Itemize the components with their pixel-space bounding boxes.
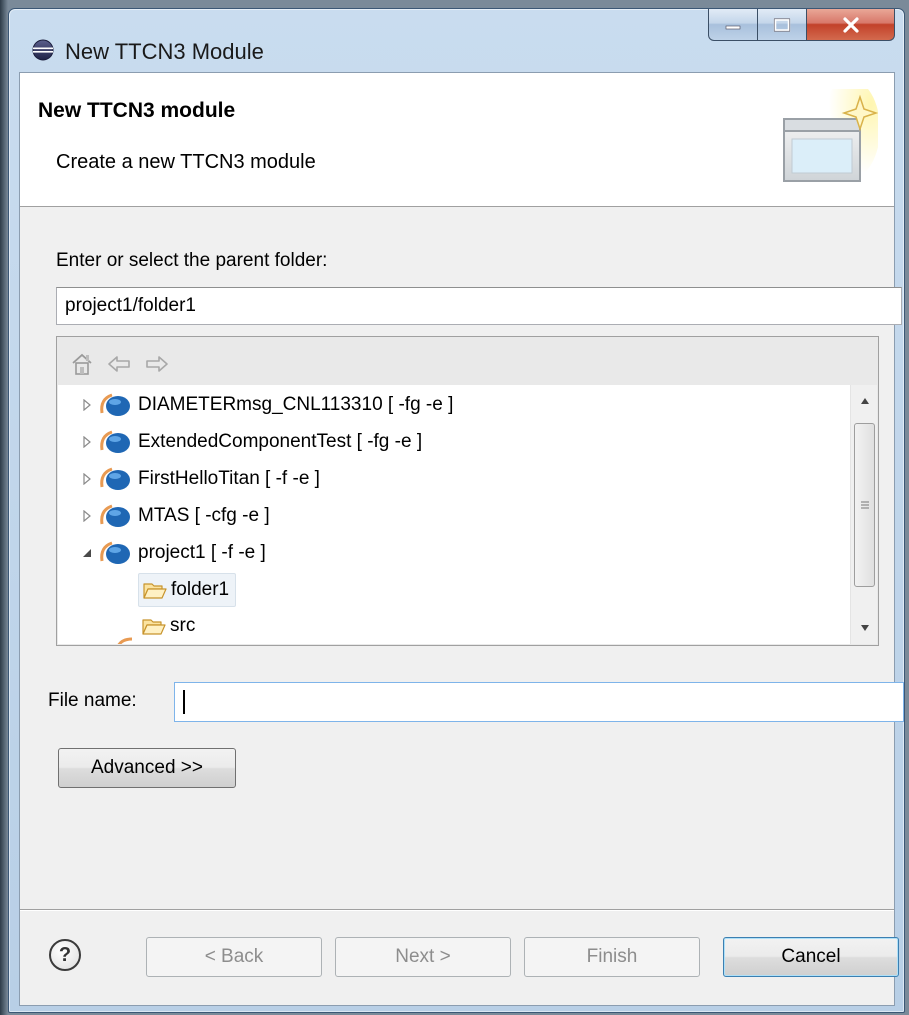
titan-project-icon xyxy=(100,504,130,527)
next-button[interactable]: Next > xyxy=(335,937,511,977)
cancel-button[interactable]: Cancel xyxy=(723,937,899,977)
tree-item-project[interactable]: ExtendedComponentTest [ -fg -e ] xyxy=(78,425,422,459)
home-icon[interactable] xyxy=(71,352,93,376)
folder-icon xyxy=(142,619,166,635)
help-icon[interactable]: ? xyxy=(49,939,81,971)
forward-arrow-icon[interactable] xyxy=(145,354,169,374)
expand-arrow-icon[interactable] xyxy=(78,470,96,488)
back-button[interactable]: < Back xyxy=(146,937,322,977)
tree-scrollbar[interactable] xyxy=(850,385,877,644)
scroll-up-icon xyxy=(860,398,869,404)
maximize-icon xyxy=(773,17,791,32)
tree-item-project[interactable]: FirstHelloTitan [ -f -e ] xyxy=(78,462,320,496)
titan-project-icon xyxy=(100,541,130,564)
background-window-edge xyxy=(0,0,8,1015)
dialog-window: New TTCN3 Module New TTCN3 module Create… xyxy=(8,8,905,1013)
tree-item-project[interactable]: DIAMETERmsg_CNL113310 [ -fg -e ] xyxy=(78,388,453,422)
text-cursor xyxy=(183,690,185,714)
minimize-icon xyxy=(725,25,741,29)
dialog-content: New TTCN3 module Create a new TTCN3 modu… xyxy=(19,72,904,1006)
wizard-description: Create a new TTCN3 module xyxy=(56,151,316,173)
folder-tree[interactable]: DIAMETERmsg_CNL113310 [ -fg -e ] Extende… xyxy=(58,385,866,644)
file-name-label: File name: xyxy=(48,690,137,711)
tree-item-folder[interactable]: src xyxy=(142,609,195,643)
tree-item-label: DIAMETERmsg_CNL113310 [ -fg -e ] xyxy=(138,394,454,415)
parent-folder-label: Enter or select the parent folder: xyxy=(56,250,328,271)
tree-item-label: MTAS [ -cfg -e ] xyxy=(138,505,270,526)
tree-item-label: FirstHelloTitan [ -f -e ] xyxy=(138,468,320,489)
parent-folder-input[interactable]: project1/folder1 xyxy=(56,287,902,325)
minimize-button[interactable] xyxy=(708,9,758,41)
expand-arrow-icon[interactable] xyxy=(78,396,96,414)
new-file-wizard-icon xyxy=(783,89,878,182)
tree-item-project[interactable]: MTAS [ -cfg -e ] xyxy=(78,499,270,533)
scroll-down-icon xyxy=(860,625,869,631)
tree-item-label: folder1 xyxy=(171,579,230,600)
tree-item-label: src xyxy=(170,615,196,636)
titan-project-icon xyxy=(100,393,130,416)
grip-icon xyxy=(860,501,869,509)
collapse-arrow-icon[interactable] xyxy=(78,544,96,562)
folder-icon xyxy=(143,583,167,599)
maximize-button[interactable] xyxy=(758,9,807,41)
file-name-input[interactable] xyxy=(174,682,904,722)
title-bar[interactable]: New TTCN3 Module xyxy=(9,9,904,72)
tree-item-label: ExtendedComponentTest [ -fg -e ] xyxy=(138,431,423,452)
window-controls xyxy=(708,9,895,43)
tree-item-label: project1 [ -f -e ] xyxy=(138,542,266,563)
expand-arrow-icon[interactable] xyxy=(78,433,96,451)
expand-arrow-icon[interactable] xyxy=(78,507,96,525)
titan-project-icon xyxy=(100,430,130,453)
back-arrow-icon[interactable] xyxy=(107,354,131,374)
titan-project-icon xyxy=(100,467,130,490)
wizard-title: New TTCN3 module xyxy=(38,99,236,122)
finish-button[interactable]: Finish xyxy=(524,937,700,977)
tree-toolbar xyxy=(71,351,169,377)
footer-separator xyxy=(20,909,894,911)
partial-project-icon xyxy=(117,637,133,644)
scroll-thumb[interactable] xyxy=(854,423,875,587)
advanced-button[interactable]: Advanced >> xyxy=(58,748,236,788)
scroll-up-arrow[interactable] xyxy=(851,389,878,413)
close-icon xyxy=(842,16,859,33)
scroll-down-arrow[interactable] xyxy=(851,616,878,640)
close-button[interactable] xyxy=(807,9,895,41)
parent-folder-value: project1/folder1 xyxy=(65,295,196,316)
eclipse-icon xyxy=(32,39,54,61)
window-title: New TTCN3 Module xyxy=(65,39,264,64)
tree-item-folder-selected[interactable]: folder1 xyxy=(138,573,237,607)
folder-tree-panel: DIAMETERmsg_CNL113310 [ -fg -e ] Extende… xyxy=(56,336,879,646)
wizard-header: New TTCN3 module Create a new TTCN3 modu… xyxy=(20,73,894,207)
tree-item-project-expanded[interactable]: project1 [ -f -e ] xyxy=(78,536,266,570)
